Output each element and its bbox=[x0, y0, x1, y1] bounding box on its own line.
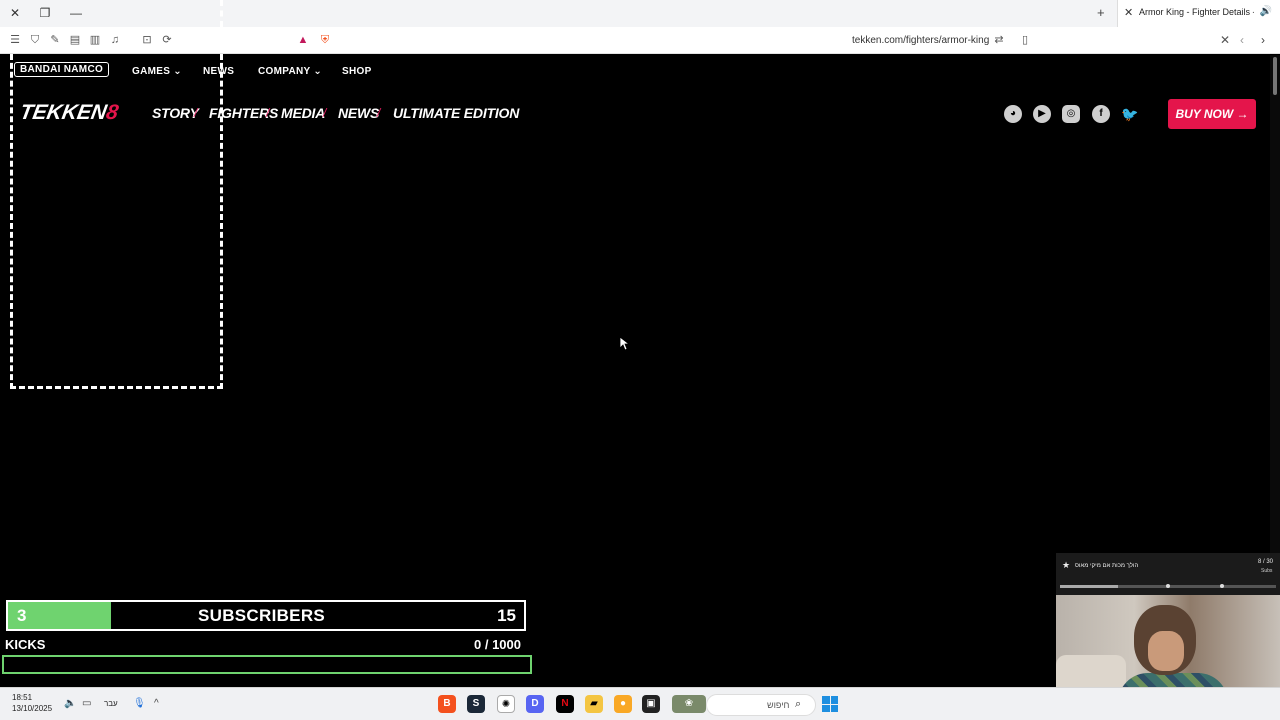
music-icon[interactable]: ♫ bbox=[108, 33, 122, 47]
minimize-window-icon[interactable]: — bbox=[68, 5, 84, 21]
browser-tab[interactable]: ✕ Armor King - Fighter Details - TE 🔊 bbox=[1117, 0, 1280, 27]
chatgpt-app-icon[interactable]: ✺ bbox=[497, 695, 515, 713]
brave-shield-icon[interactable]: ⛨ bbox=[318, 33, 332, 47]
sidebar-icon[interactable]: ▥ bbox=[88, 33, 102, 47]
goal-progress-fill bbox=[1060, 585, 1119, 588]
kicks-count: 0 / 1000 bbox=[474, 637, 521, 652]
sync-icon[interactable]: ⟳ bbox=[160, 33, 174, 47]
kicks-progress-bar bbox=[2, 655, 532, 674]
nav-shop[interactable]: SHOP bbox=[342, 66, 372, 77]
nav-games[interactable]: GAMES ⌄ bbox=[132, 66, 182, 77]
nav-separator: / bbox=[194, 106, 198, 120]
buy-now-button[interactable]: BUY NOW → bbox=[1168, 99, 1256, 129]
youtube-icon[interactable]: ▶ bbox=[1033, 105, 1051, 123]
subscriber-label: SUBSCRIBERS bbox=[198, 606, 326, 625]
subscriber-goal-bar: 3 SUBSCRIBERS 15 bbox=[6, 600, 526, 631]
browser-toolbar: ☰ ⛉ ✎ ▤ ▥ ♫ ⊡ ⟳ ▲ ⛨ tekken.com/fighters/… bbox=[0, 27, 1280, 54]
tekken8-logo[interactable]: TEKKEN8 bbox=[18, 101, 120, 125]
search-highlight-icon[interactable]: ❀ bbox=[672, 695, 706, 713]
network-icon[interactable]: ▭ bbox=[82, 698, 91, 709]
address-bar[interactable]: tekken.com/fighters/armor-king bbox=[852, 35, 989, 46]
tab-audio-icon[interactable]: 🔊 bbox=[1260, 6, 1272, 17]
nav-media[interactable]: MEDIA bbox=[281, 105, 325, 121]
bandai-namco-logo[interactable]: BANDAI NAMCO bbox=[14, 62, 110, 77]
forward-icon[interactable]: › bbox=[1261, 33, 1265, 47]
windows-taskbar: 18:51 13/10/2025 🔈 ▭ עבר 🎙 ^ B S ✺ D N ▰ … bbox=[0, 687, 1280, 720]
warning-icon[interactable]: ▲ bbox=[296, 33, 310, 47]
search-placeholder: חיפוש bbox=[767, 700, 790, 710]
shield-icon[interactable]: ⛉ bbox=[28, 33, 42, 47]
webcam-person-face bbox=[1148, 631, 1184, 671]
subscriber-target: 15 bbox=[497, 606, 516, 625]
discord-icon[interactable]: ◕ bbox=[1004, 105, 1022, 123]
kicks-label: KICKS bbox=[5, 637, 46, 652]
star-icon: ★ bbox=[1062, 560, 1071, 570]
netflix-app-icon[interactable]: N bbox=[556, 695, 574, 713]
pin-icon[interactable]: ✎ bbox=[48, 33, 62, 47]
dashed-overlay-edge bbox=[220, 0, 223, 27]
tab-title: Armor King - Fighter Details - TE bbox=[1139, 7, 1254, 17]
goal-progress-track bbox=[1060, 584, 1276, 588]
goal-count: 8 / 30 bbox=[1258, 559, 1274, 565]
nav-separator: / bbox=[377, 106, 381, 120]
taskbar-search[interactable]: חיפוש ⌕ bbox=[706, 694, 816, 716]
menu-icon[interactable]: ☰ bbox=[8, 33, 22, 47]
close-window-icon[interactable]: ✕ bbox=[7, 5, 23, 21]
microphone-icon[interactable]: 🎙 bbox=[133, 698, 146, 709]
mouse-cursor-icon bbox=[619, 336, 629, 351]
system-clock[interactable]: 18:51 13/10/2025 bbox=[12, 692, 52, 714]
brave-app-icon[interactable]: B bbox=[438, 695, 456, 713]
scroll-thumb[interactable] bbox=[1273, 57, 1277, 95]
restore-window-icon[interactable]: ❐ bbox=[37, 5, 53, 21]
nav-ultimate-edition[interactable]: ULTIMATE EDITION bbox=[393, 105, 519, 121]
instagram-icon[interactable]: ◎ bbox=[1062, 105, 1080, 123]
windows-start-icon[interactable] bbox=[822, 696, 838, 712]
tab-close-icon[interactable]: ✕ bbox=[1124, 6, 1133, 19]
tabs-icon[interactable]: ▤ bbox=[68, 33, 82, 47]
bookmark-icon[interactable]: ▯ bbox=[1018, 33, 1032, 47]
stop-icon[interactable]: ✕ bbox=[1220, 33, 1230, 47]
wallet-icon[interactable]: ⊡ bbox=[140, 33, 154, 47]
steam-app-icon[interactable]: S bbox=[467, 695, 485, 713]
goal-marker bbox=[1166, 584, 1170, 588]
browser-titlebar: ✕ ❐ — + ✕ Armor King - Fighter Details -… bbox=[0, 0, 1280, 27]
nav-news[interactable]: NEWS bbox=[203, 66, 234, 77]
site-settings-icon[interactable]: ⇄ bbox=[992, 33, 1006, 47]
goal-title: הולך מכות אם מיקי מאוס bbox=[1075, 563, 1139, 569]
new-tab-button[interactable]: + bbox=[1097, 5, 1105, 20]
search-icon: ⌕ bbox=[795, 698, 802, 710]
chrome-app-icon[interactable]: ● bbox=[614, 695, 632, 713]
goal-unit: Subs bbox=[1261, 568, 1273, 574]
app-icon[interactable]: ▣ bbox=[642, 695, 660, 713]
nav-separator: / bbox=[266, 106, 270, 120]
subscriber-start: 3 bbox=[17, 606, 27, 625]
facebook-icon[interactable]: f bbox=[1092, 105, 1110, 123]
twitter-icon[interactable]: 🐦 bbox=[1121, 105, 1139, 123]
file-explorer-icon[interactable]: ▰ bbox=[585, 695, 603, 713]
back-icon[interactable]: ‹ bbox=[1240, 33, 1244, 47]
language-indicator[interactable]: עבר bbox=[104, 699, 118, 708]
nav-story[interactable]: STORY bbox=[152, 105, 199, 121]
nav-company[interactable]: COMPANY ⌄ bbox=[258, 66, 322, 77]
volume-icon[interactable]: 🔈 bbox=[64, 698, 76, 709]
tray-expand-icon[interactable]: ^ bbox=[154, 698, 159, 709]
nav-separator: / bbox=[323, 106, 327, 120]
discord-app-icon[interactable]: D bbox=[526, 695, 544, 713]
nav-news-main[interactable]: NEWS bbox=[338, 105, 379, 121]
goal-marker bbox=[1220, 584, 1224, 588]
